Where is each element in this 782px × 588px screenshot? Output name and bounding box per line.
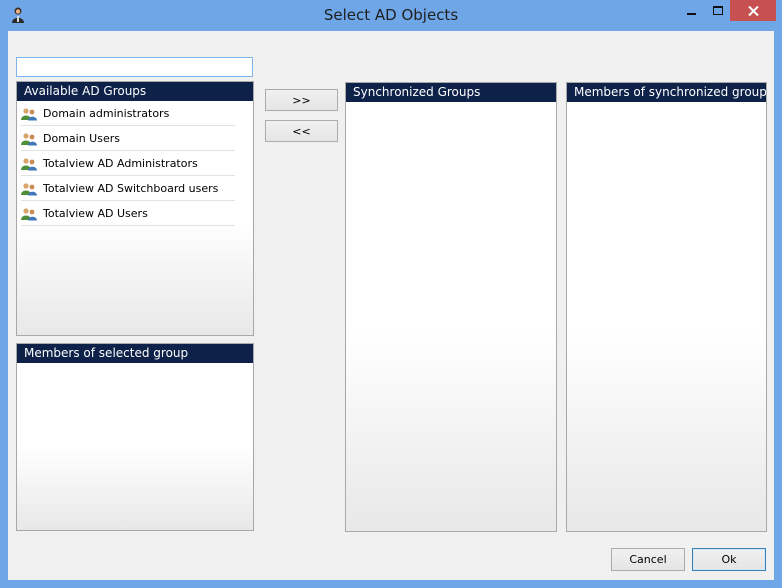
list-item[interactable]: Totalview AD Administrators bbox=[21, 151, 235, 176]
close-button[interactable] bbox=[730, 0, 776, 21]
user-group-icon bbox=[21, 181, 37, 196]
group-label: Totalview AD Switchboard users bbox=[43, 181, 219, 195]
list-item[interactable]: Totalview AD Switchboard users bbox=[21, 176, 235, 201]
list-item[interactable]: Domain Users bbox=[21, 126, 235, 151]
dialog-body: Available AD Groups Domain administrator… bbox=[8, 31, 774, 580]
user-group-icon bbox=[21, 206, 37, 221]
available-groups-header: Available AD Groups bbox=[17, 82, 253, 101]
group-label: Domain administrators bbox=[43, 106, 170, 120]
members-selected-panel: Members of selected group bbox=[16, 343, 254, 531]
members-selected-header: Members of selected group bbox=[17, 344, 253, 363]
list-item[interactable]: Totalview AD Users bbox=[21, 201, 235, 226]
close-icon bbox=[747, 5, 759, 16]
list-item[interactable]: Domain administrators bbox=[21, 101, 235, 126]
user-group-icon bbox=[21, 156, 37, 171]
group-label: Domain Users bbox=[43, 131, 120, 145]
ok-button[interactable]: Ok bbox=[692, 548, 766, 571]
remove-button[interactable]: << bbox=[265, 120, 338, 142]
dialog-window: Select AD Objects Available AD Groups Do… bbox=[0, 0, 782, 588]
add-button[interactable]: >> bbox=[265, 89, 338, 111]
minimize-button[interactable] bbox=[678, 0, 706, 22]
window-title: Select AD Objects bbox=[323, 6, 459, 24]
synchronized-groups-header: Synchronized Groups bbox=[346, 83, 556, 102]
user-group-icon bbox=[21, 131, 37, 146]
members-synchronized-header: Members of synchronized groups bbox=[567, 83, 766, 102]
maximize-button[interactable] bbox=[704, 0, 732, 22]
title-bar[interactable]: Select AD Objects bbox=[0, 0, 782, 31]
cancel-button[interactable]: Cancel bbox=[611, 548, 685, 571]
user-group-icon bbox=[21, 106, 37, 121]
available-groups-panel: Available AD Groups Domain administrator… bbox=[16, 81, 254, 336]
group-label: Totalview AD Users bbox=[43, 206, 148, 220]
synchronized-groups-panel: Synchronized Groups bbox=[345, 82, 557, 532]
available-groups-list: Domain administrators Domain Users Total… bbox=[17, 101, 253, 226]
members-synchronized-panel: Members of synchronized groups bbox=[566, 82, 767, 532]
search-input[interactable] bbox=[16, 57, 253, 77]
group-label: Totalview AD Administrators bbox=[43, 156, 198, 170]
